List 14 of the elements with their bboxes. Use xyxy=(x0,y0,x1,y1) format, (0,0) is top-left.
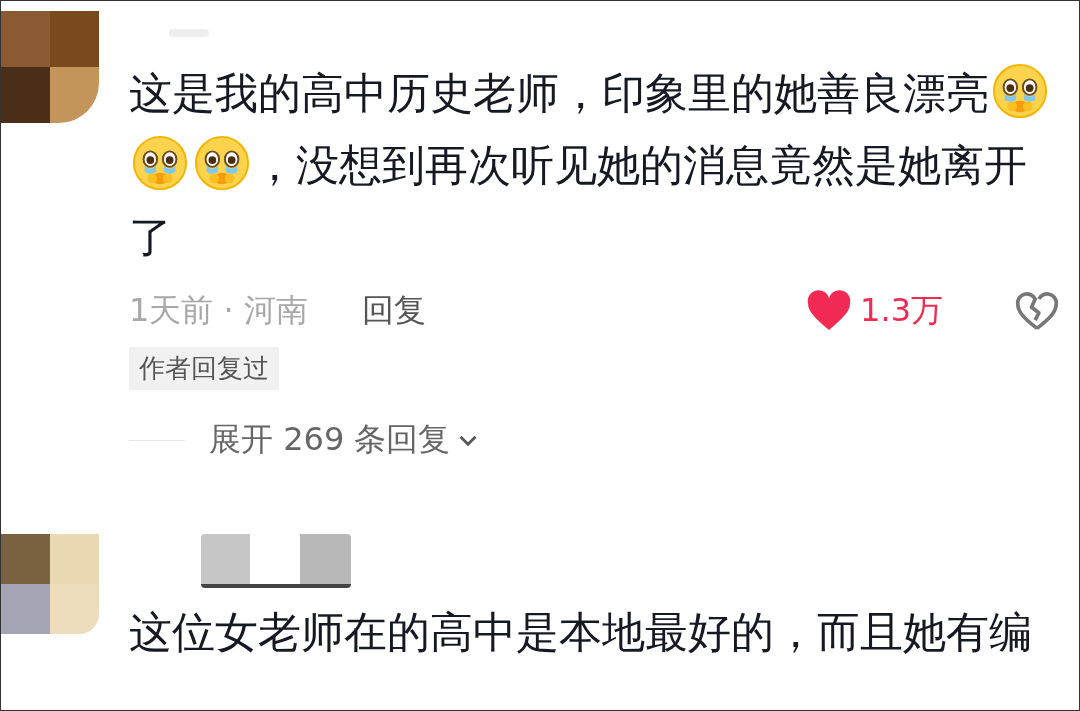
crying-face-icon xyxy=(193,134,251,192)
crying-face-icon xyxy=(991,62,1049,120)
avatar-placeholder[interactable] xyxy=(1,11,99,123)
chevron-down-icon xyxy=(458,433,479,447)
expand-replies-button[interactable]: 展开 269 条回复 xyxy=(209,418,479,462)
comment-text: 这位女老师在的高中是本地最好的，而且她有编 xyxy=(129,606,1033,659)
broken-heart-icon[interactable] xyxy=(1015,290,1059,332)
time-location: 1天前 · 河南 xyxy=(129,290,308,331)
comment-text: 这是我的高中历史老师，印象里的她善良漂亮 ，没想到再次听见她的消息竟然是她离开了 xyxy=(129,57,1059,273)
heart-icon xyxy=(806,290,853,332)
like-button[interactable]: 1.3万 xyxy=(806,289,943,333)
crying-face-icon xyxy=(131,134,189,192)
author-replied-tag: 作者回复过 xyxy=(129,347,279,390)
reply-link[interactable]: 回复 xyxy=(361,289,426,333)
